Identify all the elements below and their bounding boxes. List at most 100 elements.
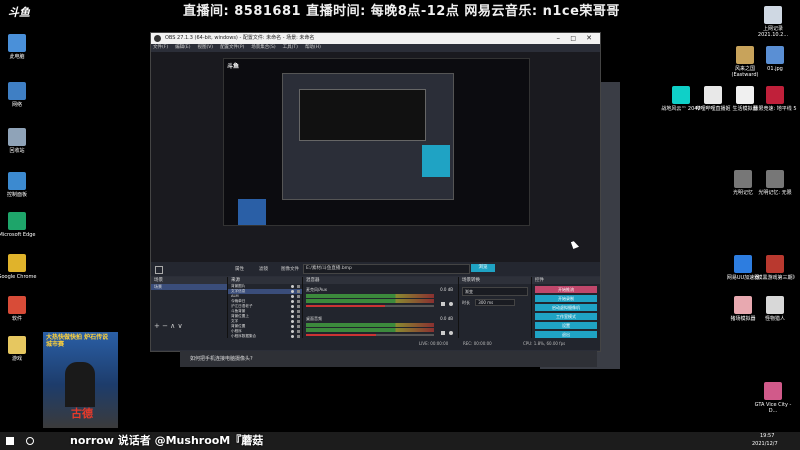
desktop-icon-label: Microsoft Edge xyxy=(0,232,36,238)
lock-icon[interactable] xyxy=(297,305,300,308)
desktop-icon[interactable]: 《摸黑游戏第三期》 xyxy=(752,255,798,281)
volume-meter xyxy=(306,294,434,298)
desktop-icon-label: 01.jpg xyxy=(767,66,783,72)
gear-icon[interactable] xyxy=(449,302,453,306)
eye-icon[interactable] xyxy=(291,290,294,293)
lock-icon[interactable] xyxy=(297,300,300,303)
desktop-icon[interactable]: 光明记忆: 无限 xyxy=(752,170,798,196)
lock-icon[interactable] xyxy=(297,295,300,298)
eye-icon[interactable] xyxy=(291,285,294,288)
close-button[interactable]: ✕ xyxy=(586,33,592,44)
source-item-label: 背景位置上 xyxy=(231,314,249,318)
search-icon[interactable] xyxy=(26,437,34,445)
menu-item[interactable]: 工具(T) xyxy=(283,45,298,50)
source-item-label: 文字信息 xyxy=(231,289,246,293)
desktop-icon[interactable]: 软件 xyxy=(0,296,40,322)
desktop-icon[interactable]: 回收站 xyxy=(0,128,40,154)
gear-icon[interactable] xyxy=(449,331,453,335)
eye-icon[interactable] xyxy=(291,305,294,308)
scenes-add-remove[interactable]: + − ∧ ∨ xyxy=(154,322,183,330)
clock-time[interactable]: 19:57 xyxy=(760,433,774,439)
desktop-icon[interactable]: 网络 xyxy=(0,82,40,108)
desktop-icon[interactable]: 此电脑 xyxy=(0,34,40,60)
properties-button[interactable]: 属性 xyxy=(235,266,244,272)
control-button[interactable]: 工作室模式 xyxy=(535,313,597,320)
lock-icon[interactable] xyxy=(297,290,300,293)
lock-icon[interactable] xyxy=(297,320,300,323)
desktop-icon[interactable]: 控制面板 xyxy=(0,172,40,198)
mixer-channel-db: 0.0 dB xyxy=(440,316,453,321)
image-path-field[interactable]: E:/素材/斗鱼直播.bmp xyxy=(303,264,470,274)
clock-date[interactable]: 2021/12/7 xyxy=(752,441,778,447)
eye-icon[interactable] xyxy=(291,310,294,313)
desktop-icon[interactable]: Google Chrome xyxy=(0,254,40,280)
transition-select[interactable]: 渐变 xyxy=(462,287,528,296)
mixer-channel-db: 0.0 dB xyxy=(440,287,453,292)
bright-memory-icon xyxy=(734,170,752,188)
menu-item[interactable]: 场景集合(S) xyxy=(251,45,275,50)
menu-item[interactable]: 文件(F) xyxy=(153,45,168,50)
eye-icon[interactable] xyxy=(291,295,294,298)
maximize-button[interactable]: □ xyxy=(570,33,576,44)
menu-item[interactable]: 视图(V) xyxy=(197,45,213,50)
obs-statusbar: LIVE: 00:00:00 REC: 00:00:00 CPU: 1.8%, … xyxy=(151,338,600,350)
control-button[interactable]: 启动虚拟摄像机 xyxy=(535,304,597,311)
webcam-name-label: 古德 xyxy=(71,407,93,420)
chat-ticker: norrow 说话者 @MushrooM『蘑菇 xyxy=(70,434,264,447)
lock-icon[interactable] xyxy=(297,325,300,328)
obs-preview-area[interactable]: 斗鱼 xyxy=(151,52,600,262)
desktop-icon-label: 极限竞速: 地平线 5 xyxy=(753,106,797,112)
desktop-icon[interactable]: 极限竞速: 地平线 5 xyxy=(752,86,798,112)
lock-icon[interactable] xyxy=(297,285,300,288)
lock-icon[interactable] xyxy=(297,315,300,318)
notification-popup[interactable]: 如何把手机连接电脑摄像头? xyxy=(180,351,597,367)
eye-icon[interactable] xyxy=(291,325,294,328)
desktop-icon[interactable]: GTA Vice City - D... xyxy=(750,382,796,414)
controls-header: 控件 xyxy=(532,277,600,284)
desktop-icon[interactable]: 01.jpg xyxy=(752,46,798,72)
speaker-icon[interactable] xyxy=(441,302,445,306)
minimize-button[interactable]: – xyxy=(557,33,561,44)
desktop-icon[interactable]: 怪物猎人 xyxy=(752,296,798,322)
control-button[interactable]: 开始推流 xyxy=(535,286,597,293)
preview-webcam-thumb xyxy=(238,199,266,225)
scenes-header: 场景 xyxy=(151,277,227,284)
image-file-label: 图像文件 xyxy=(281,267,299,272)
obs-window[interactable]: OBS 27.1.3 (64-bit, windows) - 配置文件: 未命名… xyxy=(150,32,601,352)
duration-input[interactable]: 300 ms xyxy=(475,299,516,306)
desktop-icon[interactable]: 上网记录 2021.10.2... xyxy=(750,6,796,38)
eye-icon[interactable] xyxy=(291,300,294,303)
desktop-icon[interactable]: 游戏 xyxy=(0,336,40,362)
mixer-header: 混音器 xyxy=(303,277,458,284)
volume-slider-fill xyxy=(306,305,386,307)
menu-item[interactable]: 编辑(E) xyxy=(175,45,190,50)
filters-button[interactable]: 滤镜 xyxy=(259,266,268,272)
browse-button[interactable]: 浏览 xyxy=(471,264,495,272)
cpu-status: CPU: 1.8%, 60.00 fps xyxy=(523,341,566,346)
image-file-icon xyxy=(766,46,784,64)
desktop-icon[interactable]: Microsoft Edge xyxy=(0,212,40,238)
control-button[interactable]: 开始录制 xyxy=(535,295,597,302)
controls-list: 开始推流开始录制启动虚拟摄像机 工作室模式设置退出 xyxy=(532,286,600,338)
duration-row: 时长 300 ms xyxy=(462,299,528,306)
lock-icon[interactable] xyxy=(297,310,300,313)
lock-icon[interactable] xyxy=(297,330,300,333)
control-button[interactable]: 退出 xyxy=(535,331,597,338)
obs-logo-icon xyxy=(154,35,161,42)
volume-slider[interactable] xyxy=(306,305,434,307)
menu-item[interactable]: 配置文件(P) xyxy=(220,45,244,50)
eye-icon[interactable] xyxy=(291,320,294,323)
volume-slider[interactable] xyxy=(306,334,434,336)
game-shortcut-icon xyxy=(766,255,784,273)
start-button-icon[interactable] xyxy=(6,437,14,445)
menu-item[interactable]: 帮助(H) xyxy=(305,45,321,50)
speaker-icon[interactable] xyxy=(441,331,445,335)
bright-memory-infinite-icon xyxy=(766,170,784,188)
scene-item[interactable]: 场景 xyxy=(151,284,227,290)
eye-icon[interactable] xyxy=(291,315,294,318)
sources-list[interactable]: 背景图片 文字信息 ALM 今晚单日 沪江日语老子 斗鱼背景 背景位置上 文字 背景位置 小程序小… xyxy=(228,284,302,344)
mh-icon xyxy=(766,296,784,314)
eye-icon[interactable] xyxy=(291,330,294,333)
source-item-label: 文字 xyxy=(231,319,239,323)
control-button[interactable]: 设置 xyxy=(535,322,597,329)
